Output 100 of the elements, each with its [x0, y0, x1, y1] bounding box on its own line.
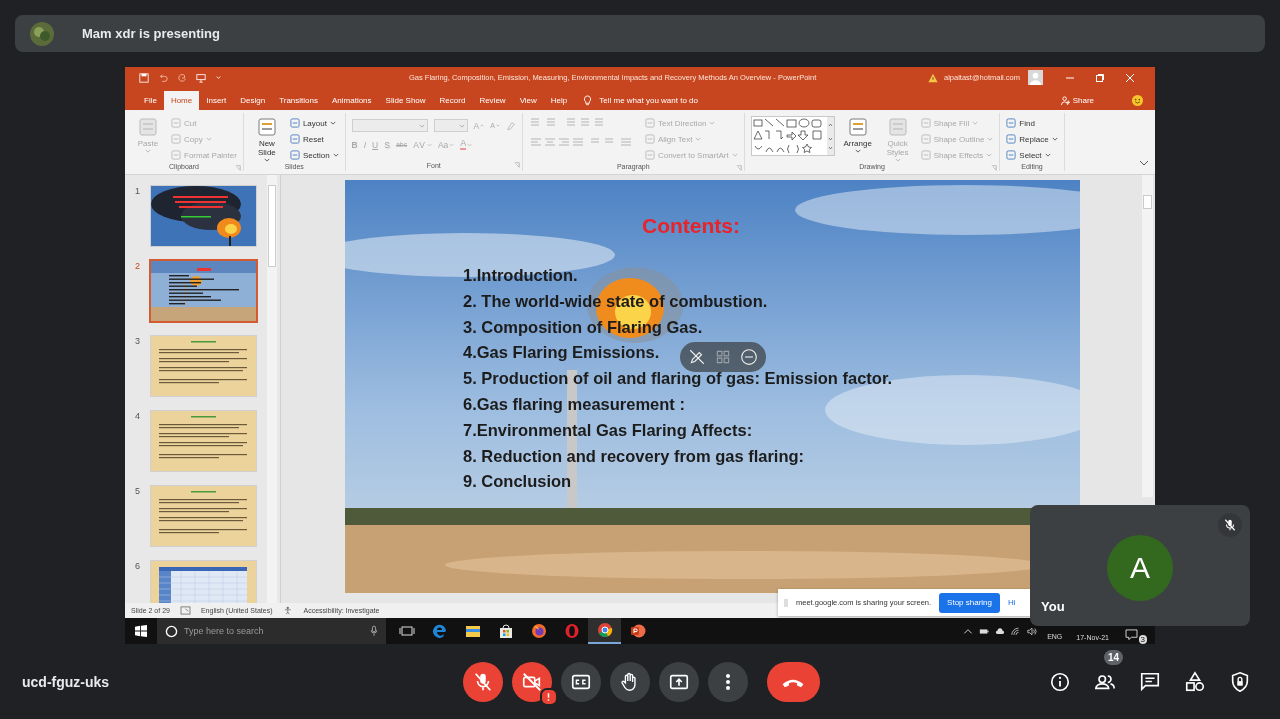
caret-icon	[418, 123, 425, 128]
command-icon	[846, 116, 869, 138]
chrome-app-icon[interactable]	[588, 618, 621, 644]
ribbon-tab[interactable]: Help	[543, 91, 575, 110]
activities-icon	[1184, 670, 1206, 693]
command-icon	[1006, 134, 1017, 144]
shapes-gallery[interactable]	[750, 116, 835, 156]
ribbon-button[interactable]: Section	[289, 148, 339, 162]
command-icon	[171, 134, 181, 144]
caret-icon	[449, 142, 455, 147]
scrollbar[interactable]	[267, 175, 277, 603]
circle-icon	[165, 624, 178, 638]
ribbon-button[interactable]: Arrange	[840, 116, 875, 153]
caret-icon	[145, 148, 151, 153]
ribbon-tab[interactable]: Record	[432, 91, 473, 110]
stop-sharing-button[interactable]: Stop sharing	[939, 592, 1000, 613]
ribbon-tab[interactable]: Animations	[325, 91, 379, 110]
chevron-up-icon[interactable]	[963, 626, 974, 636]
caret-icon	[972, 121, 979, 125]
volume-icon[interactable]	[1027, 626, 1038, 636]
slideshow-icon[interactable]	[196, 72, 206, 83]
caret-icon[interactable]	[215, 74, 222, 81]
ribbon-tab[interactable]: View	[512, 91, 544, 110]
tell-me-search[interactable]: Tell me what you want to do	[599, 91, 698, 110]
slide-title: Contents:	[642, 214, 740, 238]
smiley-icon[interactable]	[1132, 95, 1143, 106]
collapse-ribbon-icon[interactable]	[1139, 160, 1149, 166]
ribbon-tab[interactable]: Slide Show	[378, 91, 433, 110]
slide-number: 2	[134, 260, 141, 271]
contents-item: 5. Production of oil and flaring of gas: Emission factor.	[463, 368, 893, 390]
caret-icon	[1051, 137, 1058, 141]
restore-icon[interactable]	[1095, 72, 1105, 83]
wifi-icon[interactable]	[1011, 626, 1022, 636]
caret-icon	[854, 148, 861, 153]
command-icon	[920, 150, 931, 160]
slide-thumbnail[interactable]	[149, 259, 258, 323]
command-icon	[289, 134, 300, 144]
presenter-text: Mam xdr is presenting	[82, 26, 220, 41]
command-icon	[171, 150, 181, 160]
share-button[interactable]: Share	[1072, 91, 1094, 110]
mic-button[interactable]	[462, 661, 503, 702]
ribbon-tab[interactable]: Insert	[199, 91, 234, 110]
camera-icon	[520, 670, 543, 693]
battery-icon[interactable]	[979, 626, 990, 636]
participant-count: 14	[1104, 649, 1124, 665]
save-icon[interactable]	[139, 72, 149, 83]
slide-number: 6	[134, 560, 141, 571]
avatar-initial: A	[1107, 535, 1173, 601]
grid-icon[interactable]	[714, 348, 732, 366]
caret-icon	[332, 153, 339, 157]
person-icon[interactable]	[1060, 96, 1070, 105]
ribbon-button[interactable]: Select	[1006, 148, 1058, 162]
caret-icon	[467, 142, 473, 147]
search-field[interactable]: Type here to search	[157, 618, 386, 644]
ribbon-button[interactable]: Layout	[289, 116, 339, 130]
accessibility-icon[interactable]	[282, 606, 294, 615]
command-icon	[289, 150, 300, 160]
pen-off-icon[interactable]	[688, 348, 706, 366]
ribbon-button[interactable]: Find	[1006, 116, 1058, 130]
microphone-icon[interactable]	[370, 625, 378, 637]
ribbon-tab[interactable]: Review	[472, 91, 513, 110]
windows-start-icon[interactable]	[135, 625, 147, 637]
hide-link[interactable]: Hi	[1008, 598, 1016, 607]
lightbulb-icon	[582, 95, 594, 106]
slide-number: 1	[134, 185, 141, 196]
more-icon	[724, 672, 731, 691]
minus-circle-icon[interactable]	[740, 348, 758, 366]
ribbon-button[interactable]: Replace	[1006, 132, 1058, 146]
command-icon	[1006, 150, 1017, 160]
command-icon	[644, 118, 655, 128]
ribbon-tab[interactable]: Home	[163, 91, 200, 110]
meeting-code: ucd-fguz-uks	[22, 673, 111, 690]
caret-icon	[263, 157, 270, 162]
cloud-icon[interactable]	[995, 626, 1006, 636]
drag-handle-icon[interactable]	[784, 597, 788, 608]
chat-bubble-icon	[1125, 629, 1138, 640]
hangup-button[interactable]	[766, 661, 820, 702]
close-icon[interactable]	[1125, 72, 1135, 83]
scrollbar[interactable]	[1142, 175, 1153, 497]
slide-number: 4	[134, 410, 141, 421]
ribbon-button[interactable]: New Slide	[249, 116, 284, 162]
ribbon-tab[interactable]: File	[137, 91, 164, 110]
warning-icon	[928, 72, 938, 83]
command-icon	[289, 118, 300, 128]
contents-item: 4.Gas Flaring Emissions.	[463, 342, 660, 364]
command-icon	[171, 118, 181, 128]
ribbon-tab[interactable]: Design	[233, 91, 273, 110]
slide-number: 5	[134, 485, 141, 496]
contents-item: 7.Environmental Gas Flaring Affects:	[463, 419, 753, 441]
command-icon	[644, 134, 655, 144]
host-icon	[1229, 670, 1251, 693]
slide-number: 3	[134, 335, 141, 346]
ribbon-button[interactable]: Reset	[289, 132, 339, 146]
avatar-icon	[30, 21, 54, 46]
caret-icon	[329, 121, 336, 125]
caret-icon	[894, 157, 901, 162]
notification-button[interactable]: 3	[1125, 629, 1145, 642]
chat-icon	[1139, 670, 1161, 693]
ribbon-tab[interactable]: Transitions	[272, 91, 325, 110]
caret-icon	[731, 153, 738, 157]
